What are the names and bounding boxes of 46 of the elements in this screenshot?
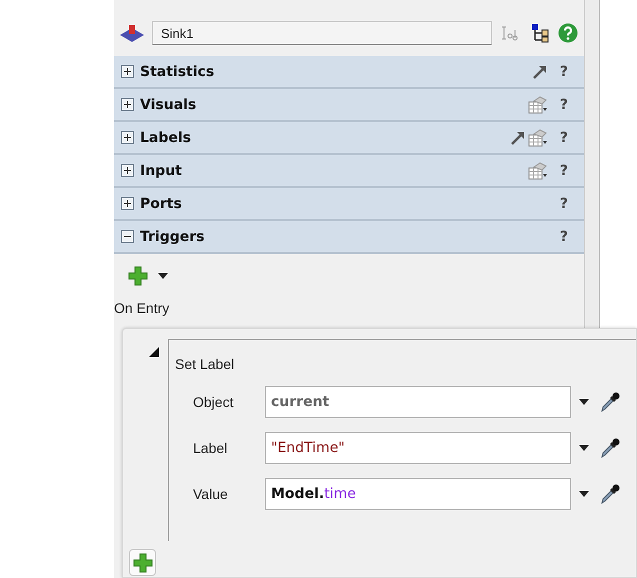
group-title: Set Label <box>175 356 234 372</box>
input-field[interactable]: current <box>265 386 571 418</box>
add-button[interactable] <box>129 549 156 576</box>
expand-toggle[interactable] <box>121 98 134 111</box>
dropdown-icon[interactable] <box>579 491 589 497</box>
dropdown-icon[interactable] <box>579 445 589 451</box>
field-label: Value <box>193 486 229 502</box>
help-mark[interactable]: ? <box>560 96 568 112</box>
table-icon[interactable] <box>528 96 548 114</box>
expand-toggle[interactable] <box>121 65 134 78</box>
collapse-toggle[interactable] <box>121 230 134 243</box>
help-mark[interactable]: ? <box>560 130 568 146</box>
expand-toggle[interactable] <box>121 164 134 177</box>
input-field[interactable]: "EndTime" <box>265 432 571 464</box>
table-icon[interactable] <box>528 128 548 146</box>
arrow-icon[interactable] <box>532 64 548 80</box>
section-title[interactable]: Visuals <box>140 96 522 112</box>
tree-icon[interactable] <box>530 23 550 43</box>
eyedropper-icon[interactable] <box>599 391 621 413</box>
trigger-event-label: On Entry <box>114 299 170 316</box>
section-title[interactable]: Triggers <box>140 228 542 244</box>
section-title[interactable]: Statistics <box>140 64 526 80</box>
help-icon[interactable] <box>558 23 578 43</box>
sink-icon <box>120 23 144 43</box>
add-trigger-icon[interactable] <box>128 266 148 286</box>
dropdown-icon[interactable] <box>579 399 589 405</box>
section-title[interactable]: Ports <box>140 196 542 212</box>
section-title[interactable]: Input <box>140 162 522 178</box>
add-icon <box>132 552 152 572</box>
help-mark[interactable]: ? <box>560 162 568 178</box>
expand-toggle[interactable] <box>121 131 134 144</box>
arrow-icon[interactable] <box>510 130 526 146</box>
collapse-triangle-icon[interactable] <box>149 347 159 357</box>
field-label: Label <box>193 440 228 456</box>
dropdown-icon[interactable] <box>158 273 168 279</box>
help-mark[interactable]: ? <box>560 196 568 212</box>
expand-toggle[interactable] <box>121 197 134 210</box>
input-field[interactable]: Model.time <box>265 478 571 510</box>
help-mark[interactable]: ? <box>560 228 568 244</box>
eyedropper-icon[interactable] <box>599 437 621 459</box>
help-mark[interactable]: ? <box>560 64 568 80</box>
name-field[interactable]: Sink1 <box>152 21 492 45</box>
table-icon[interactable] <box>528 162 548 180</box>
eyedropper-icon[interactable] <box>599 483 621 505</box>
section-title[interactable]: Labels <box>140 130 504 146</box>
field-label: Object <box>193 394 234 410</box>
